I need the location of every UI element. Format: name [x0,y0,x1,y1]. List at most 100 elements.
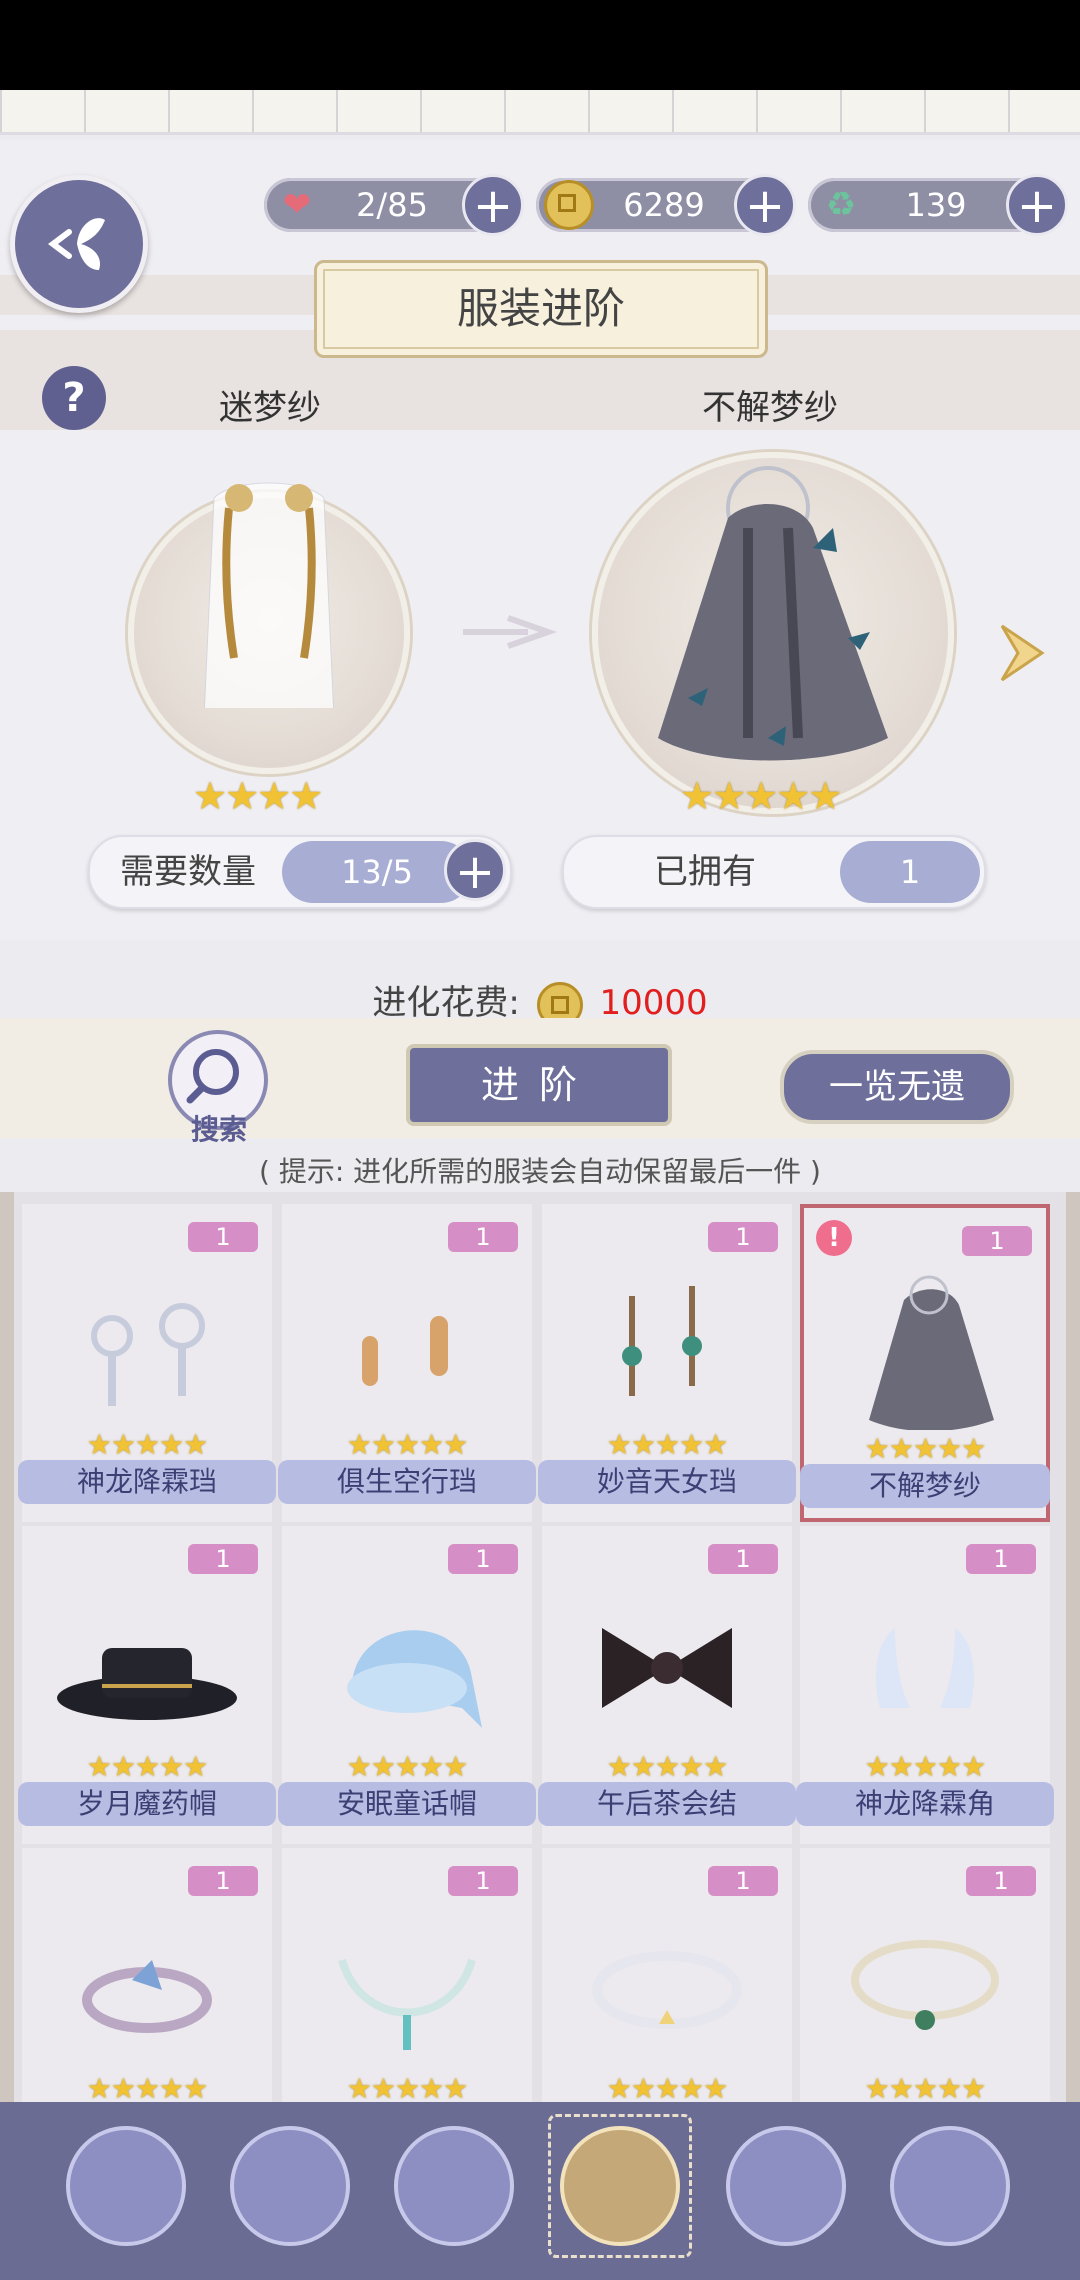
jade-icon: ♻ [825,185,857,225]
hat-icon [57,1648,237,1720]
accessory-tab-icon[interactable] [548,2114,692,2258]
source-item-portrait[interactable] [128,482,410,774]
item-stars: ★★★★★ [606,1428,729,1461]
item-count-badge: 1 [448,1222,518,1252]
add-coins-button[interactable]: + [734,174,796,236]
item-card[interactable]: 1 ★★★★★ [800,1848,1050,2102]
next-arrow-icon[interactable] [996,618,1052,688]
item-name: 午后茶会结 [538,1782,796,1826]
item-count-badge: 1 [448,1866,518,1896]
heart-icon: ❤ [282,185,312,225]
necklace-icon [851,1940,999,2030]
item-stars: ★★★★★ [606,1750,729,1783]
item-count-badge: 1 [188,1544,258,1574]
item-card[interactable]: 1 ★★★★★ 安眠童话帽 [278,1526,536,1844]
gems-value: 139 [905,186,967,224]
source-item-name: 迷梦纱 [219,388,321,428]
item-count-badge: 1 [708,1222,778,1252]
back-button[interactable] [10,175,148,313]
coins-resource: 6289 + [536,174,796,236]
item-stars: ★★★★★ [864,1432,987,1465]
add-quantity-button[interactable]: + [444,839,506,901]
cost-label: 进化花费: [372,983,520,1023]
coins-value: 6289 [623,186,705,224]
coin-icon [540,176,598,234]
hearts-resource: ❤ 2/85 + [264,174,524,236]
item-card[interactable]: 1 ★★★★★ 神龙降霖角 [796,1526,1054,1844]
item-card[interactable]: 1 ★★★★★ [542,1848,792,2102]
hint-text: ( 提示: 进化所需的服装会自动保留最后一件 ) [259,1155,821,1188]
required-quantity-label: 需要数量 [120,852,256,892]
item-count-badge: 1 [708,1866,778,1896]
butterfly-back-icon [48,218,105,270]
item-card[interactable]: 1 ★★★★★ 妙音天女珰 [538,1204,796,1522]
owned-label: 已拥有 [654,852,756,892]
bottle-tab-icon[interactable] [890,2126,1010,2246]
item-stars: ★★★★★ [346,2072,469,2102]
shoes-tab-icon[interactable] [394,2126,514,2246]
earring-icon [362,1316,448,1386]
add-gems-button[interactable]: + [1006,174,1068,236]
hearts-value: 2/85 [356,186,428,224]
item-count-badge: 1 [962,1226,1032,1256]
item-stars: ★★★★★ [86,2072,209,2102]
overview-button[interactable]: 一览无遗 [780,1050,1014,1124]
earring-icon [622,1286,702,1396]
page-title: 服装进阶 [314,260,768,358]
item-stars: ★★★★★ [346,1750,469,1783]
status-bar [0,0,1080,90]
item-count-badge: 1 [966,1544,1036,1574]
add-hearts-button[interactable]: + [462,174,524,236]
target-item-portrait[interactable] [592,452,954,814]
category-tab-bar [0,2102,1080,2280]
item-stars: ★★★★★ [86,1750,209,1783]
item-card[interactable]: 1 ★★★★★ 岁月魔药帽 [18,1526,276,1844]
alert-icon: ! [816,1220,852,1256]
item-card-selected[interactable]: ! 1 ★★★★★ 不解梦纱 [800,1204,1050,1522]
help-button[interactable]: ? [42,366,106,430]
item-stars: ★★★★★ [606,2072,729,2102]
necklace-icon [338,1958,476,2050]
item-stars: ★★★★★ [86,1428,209,1461]
item-card[interactable]: 1 ★★★★★ 午后茶会结 [538,1526,796,1844]
item-stars: ★★★★★ [346,1428,469,1461]
necklace-icon [592,1951,742,2029]
owned-quantity-pill: 已拥有 1 [562,835,986,909]
item-count-badge: 1 [966,1866,1036,1896]
item-count-badge: 1 [708,1544,778,1574]
item-stars: ★★★★★ [864,1750,987,1783]
gems-resource: ♻ 139 + [808,174,1068,236]
item-grid: 1 ★★★★★ 神龙降霖珰 1 ★★★★★ 俱生空行珰 1 ★★★★★ 妙音天女… [0,1192,1080,2102]
dress-tab-icon[interactable] [230,2126,350,2246]
item-name: 岁月魔药帽 [18,1782,276,1826]
bell-tab-icon[interactable] [726,2126,846,2246]
source-item-stars: ★★★★ [193,774,323,818]
item-name: 神龙降霖角 [796,1782,1054,1826]
search-label[interactable]: 搜索 [174,1108,264,1148]
bracelet-icon [82,1960,212,2033]
item-name: 不解梦纱 [800,1464,1050,1508]
item-name: 神龙降霖珰 [18,1460,276,1504]
target-item-stars: ★★★★★ [680,774,842,818]
item-count-badge: 1 [448,1544,518,1574]
item-name: 俱生空行珰 [278,1460,536,1504]
item-name: 安眠童话帽 [278,1782,536,1826]
evolve-button[interactable]: 进阶 [406,1044,672,1126]
arrow-right-icon [463,615,558,649]
cost-value: 10000 [599,983,708,1023]
item-card[interactable]: 1 ★★★★★ 神龙降霖珰 [18,1204,276,1522]
item-name: 妙音天女珰 [538,1460,796,1504]
item-count-badge: 1 [188,1866,258,1896]
hair-tab-icon[interactable] [66,2126,186,2246]
magnifier-icon [186,1049,239,1104]
item-card[interactable]: 1 ★★★★★ [22,1848,272,2102]
dark-veil-icon [658,466,888,761]
owned-value: 1 [840,841,980,903]
item-card[interactable]: 1 ★★★★★ 俱生空行珰 [278,1204,536,1522]
bow-icon [602,1628,732,1708]
horn-icon [875,1628,975,1708]
top-ruler-decoration [0,90,1080,135]
item-card[interactable]: 1 ★★★★★ [282,1848,532,2102]
item-stars: ★★★★★ [864,2072,987,2102]
target-item-name: 不解梦纱 [702,388,838,428]
